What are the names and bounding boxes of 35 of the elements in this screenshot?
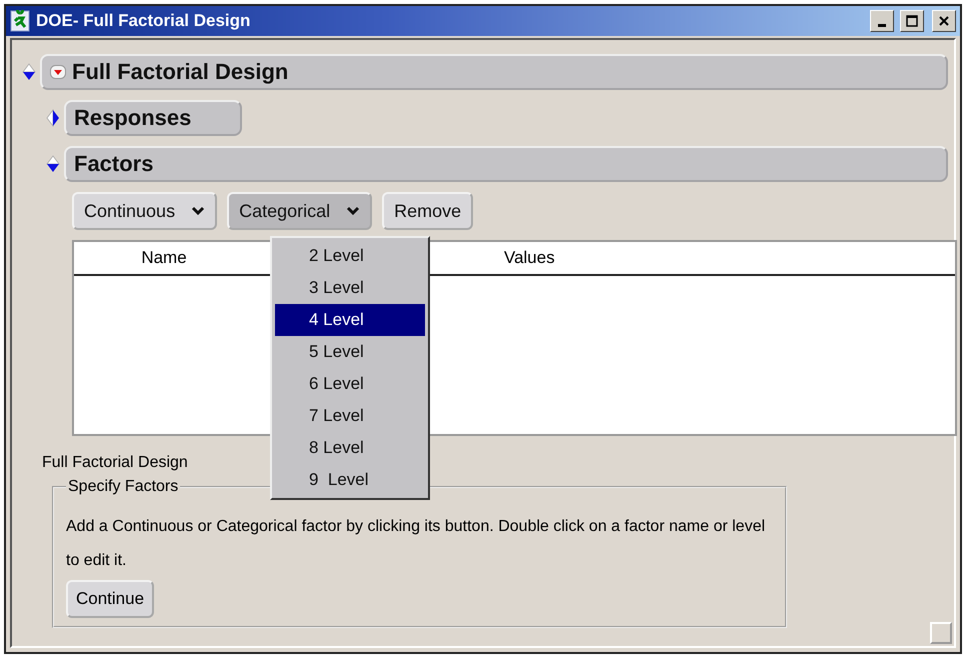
continue-button[interactable]: Continue [66, 580, 154, 618]
section-header[interactable]: Factors [64, 146, 948, 182]
outline-title: Full Factorial Design [72, 59, 288, 85]
group-legend: Specify Factors [66, 478, 180, 496]
running-figure-icon [10, 10, 30, 32]
section-header[interactable]: Responses [64, 100, 242, 136]
maximize-icon [906, 15, 918, 27]
minimize-button[interactable] [870, 10, 894, 32]
collapsed-triangle-icon[interactable] [46, 109, 60, 127]
design-caption: Full Factorial Design [42, 454, 188, 472]
menu-item[interactable]: 7 Level [275, 400, 425, 432]
menu-item[interactable]: 6 Level [275, 368, 425, 400]
expanded-triangle-icon[interactable] [46, 155, 60, 173]
window-title: DOE- Full Factorial Design [36, 11, 252, 31]
remove-button[interactable]: Remove [382, 192, 474, 230]
instructions-text: Add a Continuous or Categorical factor by clicking its button. Double click on a factor name or level to edit it. [66, 517, 766, 571]
close-icon [938, 15, 950, 27]
dropdown-button[interactable]: Categorical [227, 192, 372, 230]
chevron-down-icon [191, 206, 206, 216]
chevron-down-icon [346, 206, 360, 216]
menu-item[interactable]: 3 Level [275, 272, 425, 304]
menu-item[interactable]: 2 Level [275, 240, 425, 272]
maximize-button[interactable] [900, 10, 924, 32]
menu-item[interactable]: 8 Level [275, 432, 425, 464]
column-header: Values [504, 248, 555, 268]
expanded-triangle-icon[interactable] [22, 63, 36, 81]
dropdown-button[interactable]: Continuous [72, 192, 218, 230]
outline-header[interactable]: Full Factorial Design [40, 54, 948, 90]
resize-grip[interactable] [930, 622, 952, 644]
close-button[interactable] [932, 10, 956, 32]
menu-item[interactable]: 4 Level [275, 304, 425, 336]
menu-item[interactable]: 9 Level [275, 464, 425, 496]
minimize-icon [878, 24, 886, 26]
menu-item[interactable]: 5 Level [275, 336, 425, 368]
column-header: Name [140, 248, 188, 268]
